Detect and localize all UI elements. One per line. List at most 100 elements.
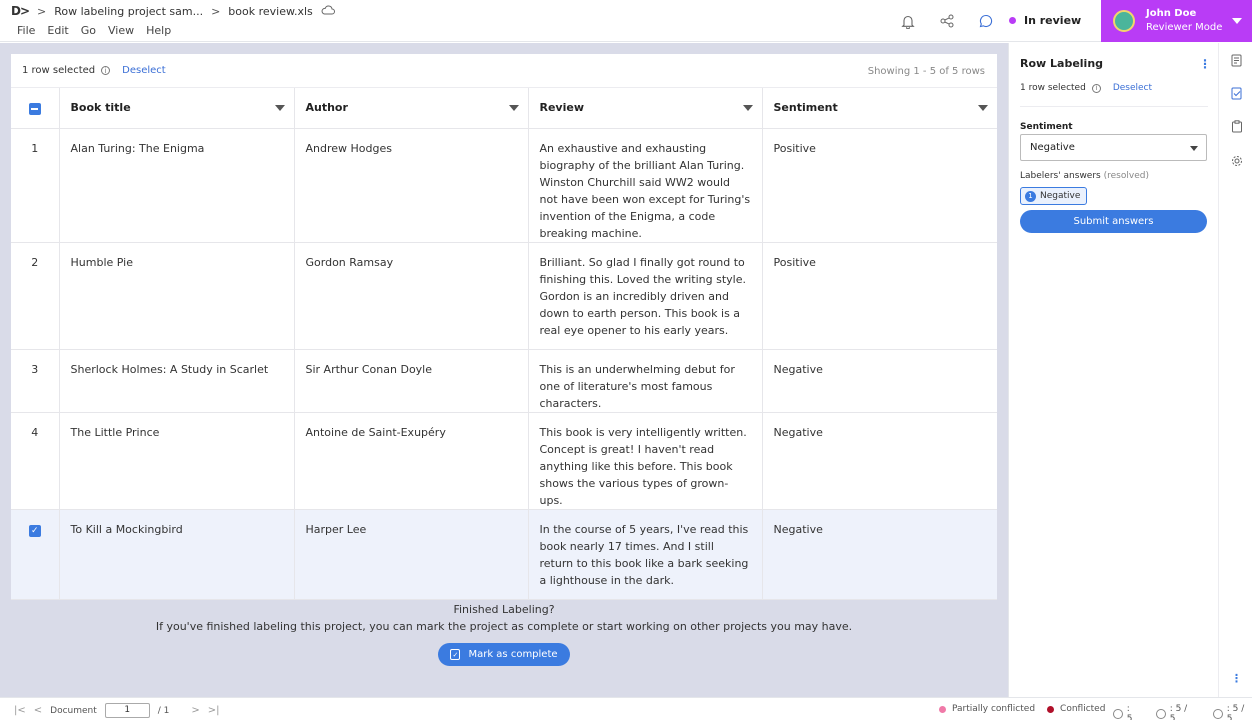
row-number: 2 bbox=[11, 242, 60, 350]
deselect-link[interactable]: Deselect bbox=[122, 65, 166, 76]
menu-edit[interactable]: Edit bbox=[47, 24, 68, 37]
answer-chip[interactable]: 1 Negative bbox=[1020, 187, 1088, 205]
app-logo[interactable]: D> bbox=[11, 4, 30, 18]
cell-sentiment[interactable]: Negative bbox=[762, 349, 997, 413]
cloud-icon bbox=[321, 4, 335, 18]
prev-page-icon[interactable]: < bbox=[34, 705, 42, 716]
column-header-book-title[interactable]: Book title bbox=[59, 88, 295, 129]
table-row-selected[interactable]: ✓ To Kill a Mockingbird Harper Lee In th… bbox=[11, 509, 997, 600]
user-menu[interactable]: John Doe Reviewer Mode bbox=[1101, 0, 1252, 42]
more-vertical-icon[interactable]: ⋮ bbox=[1199, 57, 1211, 71]
cell-title[interactable]: Humble Pie bbox=[59, 242, 295, 350]
cell-sentiment[interactable]: Negative bbox=[762, 509, 997, 600]
bell-icon[interactable] bbox=[897, 12, 919, 30]
row-number: 1 bbox=[11, 128, 60, 243]
selection-bar: 1 row selected i Deselect Showing 1 - 5 … bbox=[11, 54, 997, 88]
cell-review[interactable]: An exhaustive and exhausting biography o… bbox=[528, 128, 763, 243]
divider bbox=[1020, 106, 1208, 107]
cell-author[interactable]: Antoine de Saint-Exupéry bbox=[294, 412, 529, 510]
select-all-checkbox[interactable] bbox=[11, 88, 60, 129]
more-vertical-icon[interactable]: ⋮ bbox=[1230, 672, 1243, 685]
mark-complete-button[interactable]: ✓ Mark as complete bbox=[438, 643, 570, 666]
checklist-icon: ✓ bbox=[450, 649, 461, 660]
row-number: 3 bbox=[11, 349, 60, 413]
chevron-down-icon[interactable] bbox=[978, 105, 988, 111]
table-row[interactable]: 1 Alan Turing: The Enigma Andrew Hodges … bbox=[11, 128, 997, 243]
cell-title[interactable]: Alan Turing: The Enigma bbox=[59, 128, 295, 243]
document-check-icon[interactable] bbox=[1230, 87, 1243, 100]
answers-note: (resolved) bbox=[1103, 171, 1149, 181]
cell-review[interactable]: Brilliant. So glad I finally got round t… bbox=[528, 242, 763, 350]
last-page-icon[interactable]: >| bbox=[208, 705, 220, 716]
page-total: / 1 bbox=[157, 705, 170, 716]
status-dot bbox=[1009, 17, 1016, 24]
cell-title[interactable]: To Kill a Mockingbird bbox=[59, 509, 295, 600]
stat-completed: : 5 / 5 bbox=[1212, 704, 1252, 720]
cell-review[interactable]: This book is very intelligently written.… bbox=[528, 412, 763, 510]
column-header-sentiment[interactable]: Sentiment bbox=[762, 88, 997, 129]
row-checkbox[interactable]: ✓ bbox=[11, 509, 60, 600]
document-list-icon[interactable] bbox=[1230, 54, 1243, 67]
cell-title[interactable]: The Little Prince bbox=[59, 412, 295, 510]
menu-help[interactable]: Help bbox=[146, 24, 171, 37]
clipboard-icon[interactable] bbox=[1230, 120, 1243, 133]
chevron-down-icon bbox=[1232, 18, 1242, 24]
user-name: John Doe bbox=[1146, 8, 1197, 19]
comment-icon[interactable] bbox=[975, 12, 997, 30]
labeled-icon bbox=[1113, 709, 1123, 719]
menu-bar: File Edit Go View Help bbox=[17, 24, 171, 37]
sentiment-label: Sentiment bbox=[1020, 122, 1073, 132]
check-icon: ✓ bbox=[28, 525, 41, 537]
page-input[interactable]: 1 bbox=[104, 703, 150, 718]
cell-author[interactable]: Andrew Hodges bbox=[294, 128, 529, 243]
cell-sentiment[interactable]: Positive bbox=[762, 128, 997, 243]
info-icon[interactable]: i bbox=[1091, 83, 1101, 93]
column-header-author[interactable]: Author bbox=[294, 88, 529, 129]
chevron-down-icon[interactable] bbox=[742, 105, 753, 111]
cell-sentiment[interactable]: Positive bbox=[762, 242, 997, 350]
cell-author[interactable]: Gordon Ramsay bbox=[294, 242, 529, 350]
chip-count: 1 bbox=[1025, 190, 1036, 202]
table-row[interactable]: 3 Sherlock Holmes: A Study in Scarlet Si… bbox=[11, 349, 997, 413]
reviewed-icon bbox=[1155, 709, 1166, 719]
cell-author[interactable]: Harper Lee bbox=[294, 509, 529, 600]
cell-review[interactable]: This is an underwhelming debut for one o… bbox=[528, 349, 763, 413]
chevron-right-icon: > bbox=[211, 4, 221, 18]
sentiment-select[interactable]: Negative bbox=[1020, 134, 1207, 161]
info-icon[interactable]: i bbox=[101, 66, 111, 75]
breadcrumb-project[interactable]: Row labeling project sam... bbox=[54, 5, 203, 18]
menu-file[interactable]: File bbox=[17, 24, 35, 37]
table-card: 1 row selected i Deselect Showing 1 - 5 … bbox=[11, 54, 997, 600]
menu-view[interactable]: View bbox=[108, 24, 134, 37]
first-page-icon[interactable]: |< bbox=[14, 705, 26, 716]
menu-go[interactable]: Go bbox=[81, 24, 96, 37]
next-page-icon[interactable]: > bbox=[191, 705, 199, 716]
cell-author[interactable]: Sir Arthur Conan Doyle bbox=[294, 349, 529, 413]
cell-review[interactable]: In the course of 5 years, I've read this… bbox=[528, 509, 763, 600]
partial-dot bbox=[939, 705, 946, 713]
table-row[interactable]: 2 Humble Pie Gordon Ramsay Brilliant. So… bbox=[11, 242, 997, 350]
chevron-down-icon[interactable] bbox=[508, 105, 519, 111]
cell-title[interactable]: Sherlock Holmes: A Study in Scarlet bbox=[59, 349, 295, 413]
chip-value: Negative bbox=[1040, 191, 1081, 201]
top-actions bbox=[897, 12, 997, 30]
table-header: Book title Author Review Sentiment bbox=[11, 88, 997, 129]
submit-answers-button[interactable]: Submit answers bbox=[1020, 210, 1207, 233]
document-label: Document bbox=[50, 705, 97, 716]
chevron-down-icon[interactable] bbox=[274, 105, 285, 111]
panel-selection-count: 1 row selected bbox=[1020, 83, 1086, 93]
mark-complete-label: Mark as complete bbox=[468, 649, 558, 660]
share-icon[interactable] bbox=[936, 12, 958, 30]
panel-deselect-link[interactable]: Deselect bbox=[1113, 83, 1152, 93]
breadcrumb: D> > Row labeling project sam... > book … bbox=[11, 4, 335, 18]
column-header-review[interactable]: Review bbox=[528, 88, 763, 129]
table-row[interactable]: 4 The Little Prince Antoine de Saint-Exu… bbox=[11, 412, 997, 510]
breadcrumb-file[interactable]: book review.xls bbox=[228, 5, 312, 18]
completed-icon bbox=[1212, 709, 1223, 719]
gear-icon[interactable] bbox=[1230, 154, 1243, 167]
cell-sentiment[interactable]: Negative bbox=[762, 412, 997, 510]
panel-title: Row Labeling bbox=[1020, 57, 1104, 70]
right-rail: ⋮ bbox=[1218, 43, 1252, 697]
stats: : 5 : 5 / 5 : 5 / 5 bbox=[1113, 704, 1252, 720]
bottom-bar: |< < Document 1 / 1 > >| Partially confl… bbox=[0, 697, 1252, 720]
